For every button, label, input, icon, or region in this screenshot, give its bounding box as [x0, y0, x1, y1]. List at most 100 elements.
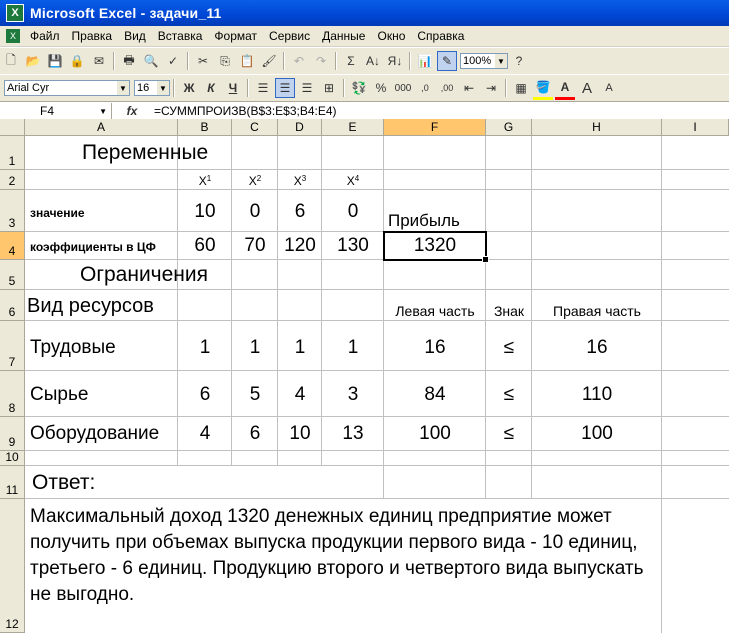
- cell-h8[interactable]: 110: [532, 384, 662, 406]
- cell-e4[interactable]: 130: [322, 235, 384, 257]
- italic-icon[interactable]: К: [201, 78, 221, 98]
- cell-g8[interactable]: ≤: [486, 384, 532, 406]
- menu-edit[interactable]: Правка: [66, 29, 119, 43]
- undo-icon[interactable]: ↶: [289, 51, 309, 71]
- column-header-d[interactable]: D: [278, 119, 322, 136]
- row-header-4[interactable]: 4: [0, 232, 25, 260]
- cell-f7[interactable]: 16: [384, 337, 486, 359]
- menu-data[interactable]: Данные: [316, 29, 371, 43]
- increase-indent-icon[interactable]: ⇥: [481, 78, 501, 98]
- new-icon[interactable]: 🗋: [1, 51, 21, 71]
- cell-d7[interactable]: 1: [278, 337, 322, 359]
- font-size-select[interactable]: 16 ▼: [134, 80, 170, 96]
- menu-format[interactable]: Формат: [208, 29, 263, 43]
- chart-wizard-icon[interactable]: 📊: [415, 51, 435, 71]
- copy-icon[interactable]: ⎘: [215, 51, 235, 71]
- select-all-corner[interactable]: [0, 119, 25, 136]
- cell-e7[interactable]: 1: [322, 337, 384, 359]
- cell-a11[interactable]: Ответ:: [32, 471, 95, 495]
- row-header-10[interactable]: 10: [0, 450, 25, 466]
- percent-icon[interactable]: %: [371, 78, 391, 98]
- menu-view[interactable]: Вид: [118, 29, 152, 43]
- formula-input[interactable]: =СУММПРОИЗВ(B$3:E$3;B4:E4): [152, 104, 337, 118]
- cell-a12[interactable]: Максимальный доход 1320 денежных единиц …: [30, 504, 660, 608]
- row-header-6[interactable]: 6: [0, 290, 25, 321]
- cell-d8[interactable]: 4: [278, 384, 322, 406]
- row-header-5[interactable]: 5: [0, 260, 25, 290]
- cell-e3[interactable]: 0: [322, 201, 384, 223]
- cell-c3[interactable]: 0: [232, 201, 278, 223]
- cell-a3[interactable]: значение: [30, 206, 85, 220]
- cell-c4[interactable]: 70: [232, 235, 278, 257]
- cell-d3[interactable]: 6: [278, 201, 322, 223]
- paste-icon[interactable]: 📋: [237, 51, 257, 71]
- permission-icon[interactable]: 🔒: [67, 51, 87, 71]
- cell-h6[interactable]: Правая часть: [532, 303, 662, 319]
- cell-b7[interactable]: 1: [178, 337, 232, 359]
- cell-g7[interactable]: ≤: [486, 337, 532, 359]
- currency-icon[interactable]: 💱: [349, 78, 369, 98]
- row-header-7[interactable]: 7: [0, 321, 25, 371]
- font-color-icon[interactable]: A: [555, 77, 575, 100]
- cut-icon[interactable]: ✂: [193, 51, 213, 71]
- print-icon[interactable]: 🖶: [119, 51, 139, 71]
- decrease-decimal-icon[interactable]: ,00: [437, 78, 457, 98]
- name-box[interactable]: F4 ▼: [0, 103, 112, 119]
- column-header-g[interactable]: G: [486, 119, 532, 136]
- column-header-i[interactable]: I: [662, 119, 729, 136]
- cell-b2[interactable]: X1: [178, 174, 232, 188]
- cell-f8[interactable]: 84: [384, 384, 486, 406]
- redo-icon[interactable]: ↷: [311, 51, 331, 71]
- fill-color-icon[interactable]: 🪣: [533, 77, 553, 100]
- sort-ascending-icon[interactable]: A↓: [363, 51, 383, 71]
- menu-insert[interactable]: Вставка: [152, 29, 209, 43]
- cell-d9[interactable]: 10: [278, 423, 322, 445]
- excel-app-icon[interactable]: X: [6, 4, 24, 22]
- cell-f3[interactable]: Прибыль: [388, 211, 460, 231]
- cell-d2[interactable]: X3: [278, 174, 322, 188]
- column-header-h[interactable]: H: [532, 119, 662, 136]
- drawing-icon[interactable]: ✎: [437, 51, 457, 71]
- fill-handle[interactable]: [482, 256, 489, 263]
- cell-h7[interactable]: 16: [532, 337, 662, 359]
- cell-c7[interactable]: 1: [232, 337, 278, 359]
- open-icon[interactable]: 📂: [23, 51, 43, 71]
- cell-h9[interactable]: 100: [532, 423, 662, 445]
- cell-f6[interactable]: Левая часть: [384, 303, 486, 319]
- comma-style-icon[interactable]: 000: [393, 78, 413, 98]
- format-painter-icon[interactable]: 🖌: [259, 51, 279, 71]
- email-icon[interactable]: ✉: [89, 51, 109, 71]
- cell-g9[interactable]: ≤: [486, 423, 532, 445]
- menu-help[interactable]: Справка: [411, 29, 470, 43]
- active-cell-selection[interactable]: [383, 231, 489, 263]
- grow-font-icon[interactable]: A: [577, 78, 597, 98]
- column-header-a[interactable]: A: [25, 119, 178, 136]
- cell-a4[interactable]: коэффициенты в ЦФ: [30, 240, 156, 254]
- cell-b4[interactable]: 60: [178, 235, 232, 257]
- cell-f9[interactable]: 100: [384, 423, 486, 445]
- align-right-icon[interactable]: ☰: [297, 78, 317, 98]
- document-icon[interactable]: X: [6, 29, 20, 43]
- cell-e2[interactable]: X4: [322, 174, 384, 188]
- column-header-e[interactable]: E: [322, 119, 384, 136]
- cell-c2[interactable]: X2: [232, 174, 278, 188]
- column-header-f[interactable]: F: [384, 119, 486, 136]
- cell-g6[interactable]: Знак: [486, 303, 532, 319]
- cell-a6[interactable]: Вид ресурсов: [27, 295, 154, 318]
- increase-decimal-icon[interactable]: ,0: [415, 78, 435, 98]
- zoom-select[interactable]: 100% ▼: [460, 53, 508, 69]
- cell-a7[interactable]: Трудовые: [30, 337, 116, 359]
- row-header-3[interactable]: 3: [0, 190, 25, 232]
- cell-e9[interactable]: 13: [322, 423, 384, 445]
- cell-c8[interactable]: 5: [232, 384, 278, 406]
- insert-function-icon[interactable]: fx: [112, 104, 152, 118]
- row-header-8[interactable]: 8: [0, 371, 25, 417]
- align-center-icon[interactable]: ☰: [275, 78, 295, 98]
- bold-icon[interactable]: Ж: [179, 78, 199, 98]
- print-preview-icon[interactable]: 🔍: [141, 51, 161, 71]
- shrink-font-icon[interactable]: A: [599, 78, 619, 98]
- decrease-indent-icon[interactable]: ⇤: [459, 78, 479, 98]
- worksheet-grid[interactable]: A B C D E F G H I 1 2 3 4 5 6 7 8 9 10 1…: [0, 119, 729, 633]
- autosum-icon[interactable]: Σ: [341, 51, 361, 71]
- cell-b3[interactable]: 10: [178, 201, 232, 223]
